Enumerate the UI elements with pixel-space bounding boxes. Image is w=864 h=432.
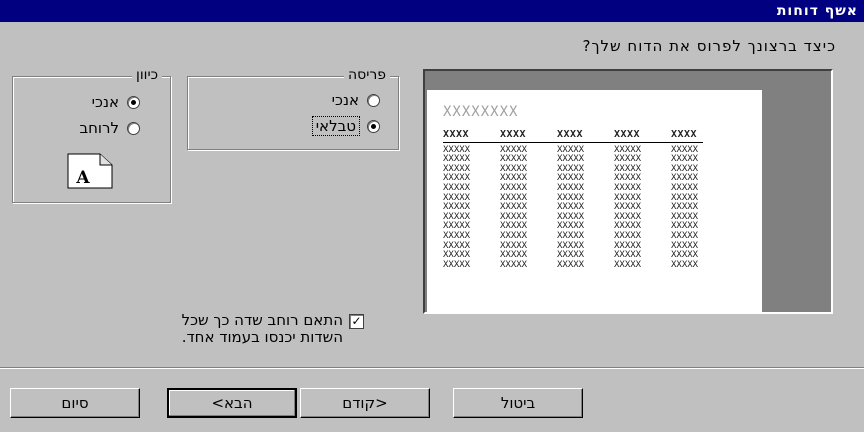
fit-fields-label-line2: השדות יכנסו בעמוד אחד. <box>181 328 343 346</box>
fit-fields-option[interactable]: ✓ התאם רוחב שדה כך שכל השדות יכנסו בעמוד… <box>182 312 364 346</box>
layout-question: כיצד ברצונך לפרוס את הדוח שלך? <box>582 37 836 55</box>
preview-header-cell: XXXX <box>500 129 527 140</box>
preview-table: XXXX XXXX XXXX XXXX XXXX XXXXX XXXXX XXXXX… <box>443 130 719 270</box>
back-button[interactable]: <קודם <box>300 388 430 418</box>
orientation-landscape-label: לרוחב <box>79 119 119 137</box>
orientation-landscape-radio[interactable]: לרוחב <box>79 119 140 137</box>
layout-tabular-label: טבלאי <box>311 116 361 136</box>
fit-fields-checkbox[interactable]: ✓ <box>349 314 364 329</box>
preview-data-cell: XXXXX <box>500 259 528 270</box>
preview-data-cell: XXXXX <box>614 259 642 270</box>
page-orientation-icon: A <box>67 153 113 189</box>
preview-data-cell: XXXXX <box>443 259 471 270</box>
fit-fields-label: התאם רוחב שדה כך שכל השדות יכנסו בעמוד א… <box>182 312 343 346</box>
radio-button-indicator[interactable] <box>367 93 380 107</box>
layout-group-legend: פריסה <box>343 67 390 83</box>
layout-preview: XXXXXXXX XXXX XXXX XXXX XXXX XXXX XXXXX X… <box>423 69 833 314</box>
radio-button-indicator[interactable] <box>127 121 140 135</box>
layout-columnar-radio[interactable]: אנכי <box>332 91 380 109</box>
layout-group: פריסה אנכי טבלאי <box>187 67 399 150</box>
next-button[interactable]: הבא> <box>167 388 297 418</box>
preview-header-band <box>425 71 831 90</box>
preview-header-cell: XXXX <box>557 129 584 140</box>
preview-data-cell: XXXXX <box>557 259 585 270</box>
orientation-portrait-label: אנכי <box>91 93 119 111</box>
preview-data-row: XXXXX XXXXX XXXXX XXXXX XXXXX <box>443 259 719 271</box>
finish-button[interactable]: סיום <box>10 388 140 418</box>
cancel-button[interactable]: ביטול <box>453 388 583 418</box>
preview-title-placeholder: XXXXXXXX <box>443 104 519 120</box>
title-bar: אשף דוחות <box>0 0 864 22</box>
radio-button-indicator[interactable] <box>127 95 140 109</box>
preview-paper: XXXXXXXX XXXX XXXX XXXX XXXX XXXX XXXXX X… <box>427 90 762 312</box>
preview-header-cell: XXXX <box>614 129 641 140</box>
page-icon-letter: A <box>75 168 90 188</box>
window-title: אשף דוחות <box>776 3 858 19</box>
preview-header-cell: XXXX <box>443 129 470 140</box>
preview-header-row: XXXX XXXX XXXX XXXX XXXX <box>443 130 719 140</box>
orientation-group-legend: כיוון <box>132 67 162 83</box>
orientation-portrait-radio[interactable]: אנכי <box>92 93 140 111</box>
fit-fields-label-line1: התאם רוחב שדה כך שכל <box>181 311 343 329</box>
layout-columnar-label: אנכי <box>331 91 359 109</box>
preview-header-underline <box>443 141 703 143</box>
button-separator <box>0 367 864 369</box>
radio-button-indicator[interactable] <box>367 119 380 133</box>
preview-header-cell: XXXX <box>671 129 698 140</box>
preview-data-cell: XXXXX <box>671 259 699 270</box>
layout-tabular-radio[interactable]: טבלאי <box>311 116 380 136</box>
